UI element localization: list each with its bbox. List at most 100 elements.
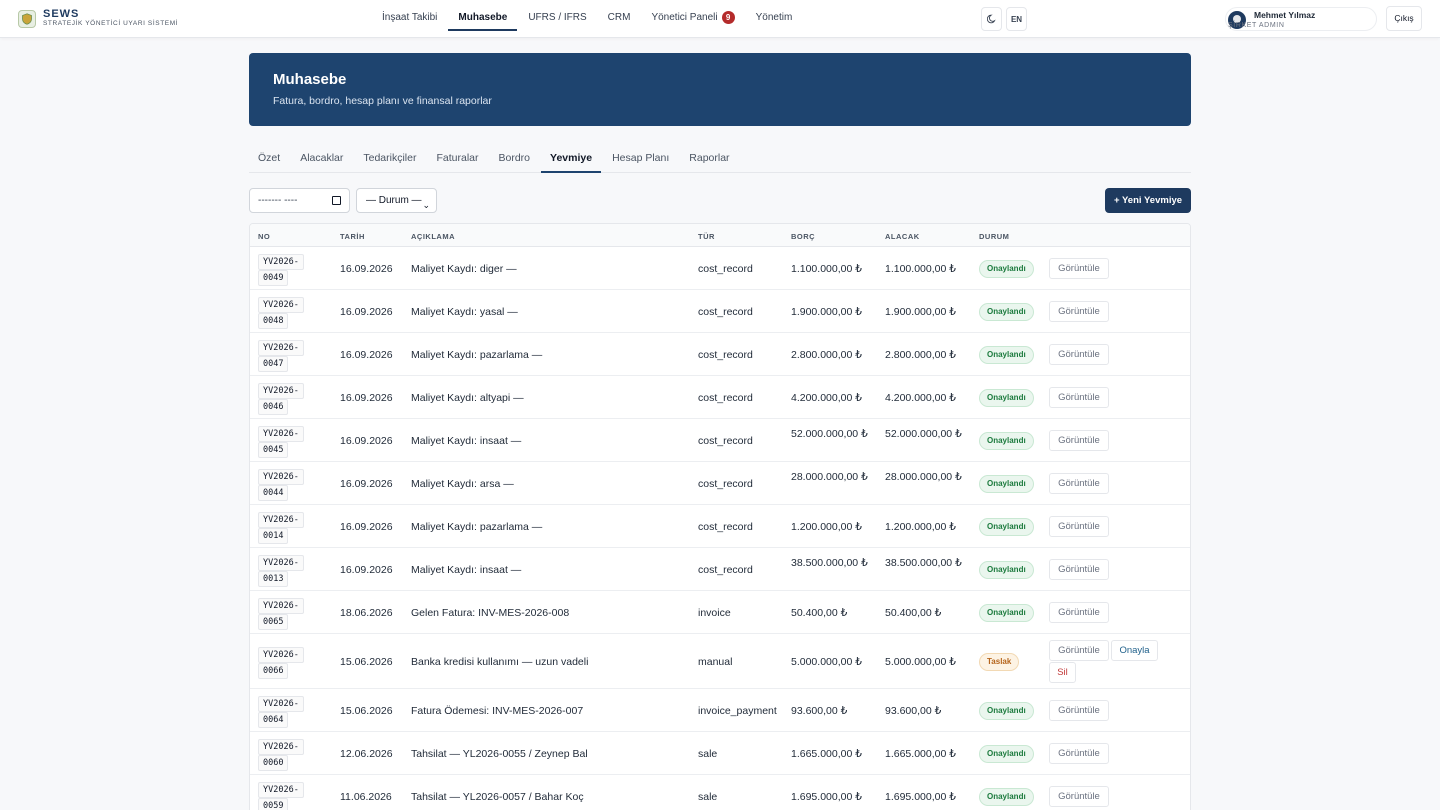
brand-name: SEWS (43, 8, 80, 20)
row-debit: 4.200.000,00 ₺ (791, 391, 862, 404)
table-row[interactable]: YV2026- 0046 16.09.2026 Maliyet Kaydı: alty… (250, 376, 1190, 419)
view-button[interactable]: Görüntüle (1049, 386, 1109, 408)
theme-toggle-button[interactable] (981, 7, 1002, 31)
journal-number-prefix: YV2026- (258, 296, 304, 313)
col-header-credit[interactable]: ALACAK (885, 232, 920, 241)
row-description: Maliyet Kaydı: insaat — (411, 434, 522, 447)
calendar-icon[interactable] (332, 196, 341, 205)
journal-number: YV2026- 0047 (258, 339, 304, 372)
journal-number-prefix: YV2026- (258, 339, 304, 356)
view-button[interactable]: Görüntüle (1049, 257, 1109, 279)
view-button[interactable]: Görüntüle (1049, 300, 1109, 322)
table-row[interactable]: YV2026- 0014 16.09.2026 Maliyet Kaydı: paza… (250, 505, 1190, 548)
table-row[interactable]: YV2026- 0065 18.06.2026 Gelen Fatura: INV-M… (250, 591, 1190, 634)
status-filter-select[interactable]: — Durum — ⌄ (356, 188, 437, 213)
status-badge: Onaylandı (979, 560, 1034, 579)
view-button[interactable]: Görüntüle (1049, 785, 1109, 807)
journal-number-suffix: 0064 (258, 711, 289, 728)
row-debit: 52.000.000,00 ₺ (791, 427, 868, 440)
table-row[interactable]: YV2026- 0066 15.06.2026 Banka kredisi kulla… (250, 634, 1190, 689)
table-row[interactable]: YV2026- 0013 16.09.2026 Maliyet Kaydı: insa… (250, 548, 1190, 591)
row-description: Maliyet Kaydı: yasal — (411, 305, 518, 318)
view-button[interactable]: Görüntüle (1049, 558, 1109, 580)
table-row[interactable]: YV2026- 0049 16.09.2026 Maliyet Kaydı: dige… (250, 247, 1190, 290)
col-header-no[interactable]: NO (258, 232, 270, 241)
status-badge: Taslak (979, 652, 1020, 671)
row-date: 16.09.2026 (340, 477, 393, 490)
journal-number: YV2026- 0044 (258, 468, 304, 501)
col-header-description[interactable]: AÇIKLAMA (411, 232, 455, 241)
row-description: Gelen Fatura: INV-MES-2026-008 (411, 606, 570, 619)
status-badge: Onaylandı (979, 517, 1034, 536)
row-type: cost_record (698, 391, 753, 404)
row-credit: 1.665.000,00 ₺ (885, 747, 956, 760)
status-badge: Onaylandı (979, 388, 1034, 407)
row-type: invoice_payment (698, 704, 777, 717)
row-debit: 38.500.000,00 ₺ (791, 556, 868, 569)
table-row[interactable]: YV2026- 0060 12.06.2026 Tahsilat — YL2026-0… (250, 732, 1190, 775)
journal-number: YV2026- 0014 (258, 511, 304, 544)
row-date: 16.09.2026 (340, 305, 393, 318)
tab-alacaklar[interactable]: Alacaklar (291, 146, 352, 173)
user-menu[interactable]: Mehmet Yılmaz ŞİRKET ADMIN (1225, 7, 1377, 31)
status-badge: Onaylandı (979, 345, 1034, 364)
row-date: 16.09.2026 (340, 262, 393, 275)
view-button[interactable]: Görüntüle (1049, 601, 1109, 623)
delete-button[interactable]: Sil (1049, 662, 1076, 683)
row-date: 18.06.2026 (340, 606, 393, 619)
journal-number-prefix: YV2026- (258, 781, 304, 798)
page-subtitle: Fatura, bordro, hesap planı ve finansal … (273, 95, 492, 107)
new-journal-button[interactable]: + Yeni Yevmiye (1105, 188, 1191, 213)
logout-button[interactable]: Çıkış (1386, 6, 1422, 31)
tab-bordro[interactable]: Bordro (490, 146, 540, 173)
col-header-status[interactable]: DURUM (979, 232, 1009, 241)
brand[interactable]: SEWS STRATEJİK YÖNETİCİ UYARI SİSTEMİ (18, 9, 178, 28)
journal-number-suffix: 0013 (258, 570, 289, 587)
date-filter-input[interactable]: ------- ---- (249, 188, 350, 213)
journal-number: YV2026- 0060 (258, 738, 304, 771)
row-description: Maliyet Kaydı: diger — (411, 262, 517, 275)
table-row[interactable]: YV2026- 0047 16.09.2026 Maliyet Kaydı: paza… (250, 333, 1190, 376)
journal-number: YV2026- 0065 (258, 597, 304, 630)
status-select-value: — Durum — (366, 195, 422, 206)
nav-item-ufrs-ifrs[interactable]: UFRS / IFRS (518, 0, 596, 38)
approve-button[interactable]: Onayla (1111, 640, 1158, 661)
language-button[interactable]: EN (1006, 7, 1027, 31)
view-button[interactable]: Görüntüle (1049, 699, 1109, 721)
table-row[interactable]: YV2026- 0059 11.06.2026 Tahsilat — YL2026-0… (250, 775, 1190, 810)
tab-ozet[interactable]: Özet (249, 146, 289, 173)
row-date: 16.09.2026 (340, 348, 393, 361)
tab-faturalar[interactable]: Faturalar (427, 146, 487, 173)
status-badge: Onaylandı (979, 431, 1034, 450)
col-header-date[interactable]: TARİH (340, 232, 365, 241)
view-button[interactable]: Görüntüle (1049, 343, 1109, 365)
nav-item-yonetici-paneli[interactable]: Yönetici Paneli 9 (641, 0, 744, 38)
col-header-debit[interactable]: BORÇ (791, 232, 815, 241)
nav-item-yonetim[interactable]: Yönetim (746, 0, 803, 38)
nav-item-crm[interactable]: CRM (598, 0, 641, 38)
table-row[interactable]: YV2026- 0048 16.09.2026 Maliyet Kaydı: yasa… (250, 290, 1190, 333)
journal-number-prefix: YV2026- (258, 425, 304, 442)
journal-number-prefix: YV2026- (258, 646, 304, 663)
view-button[interactable]: Görüntüle (1049, 429, 1109, 451)
row-credit: 50.400,00 ₺ (885, 606, 942, 619)
row-debit: 1.200.000,00 ₺ (791, 520, 862, 533)
table-row[interactable]: YV2026- 0045 16.09.2026 Maliyet Kaydı: insa… (250, 419, 1190, 462)
tab-hesap-plani[interactable]: Hesap Planı (603, 146, 678, 173)
tab-yevmiye[interactable]: Yevmiye (541, 146, 602, 173)
view-button[interactable]: Görüntüle (1049, 742, 1109, 764)
nav-item-insaat-takibi[interactable]: İnşaat Takibi (372, 0, 447, 38)
top-navbar: SEWS STRATEJİK YÖNETİCİ UYARI SİSTEMİ İn… (0, 0, 1440, 38)
tab-raporlar[interactable]: Raporlar (680, 146, 738, 173)
view-button[interactable]: Görüntüle (1049, 640, 1109, 661)
view-button[interactable]: Görüntüle (1049, 515, 1109, 537)
tab-tedarikciler[interactable]: Tedarikçiler (354, 146, 425, 173)
row-credit: 1.200.000,00 ₺ (885, 520, 956, 533)
row-credit: 5.000.000,00 ₺ (885, 655, 956, 668)
col-header-type[interactable]: TÜR (698, 232, 715, 241)
nav-item-muhasebe[interactable]: Muhasebe (448, 0, 518, 31)
view-button[interactable]: Görüntüle (1049, 472, 1109, 494)
table-row[interactable]: YV2026- 0044 16.09.2026 Maliyet Kaydı: arsa… (250, 462, 1190, 505)
table-row[interactable]: YV2026- 0064 15.06.2026 Fatura Ödemesi: INV… (250, 689, 1190, 732)
journal-number-suffix: 0060 (258, 754, 289, 771)
